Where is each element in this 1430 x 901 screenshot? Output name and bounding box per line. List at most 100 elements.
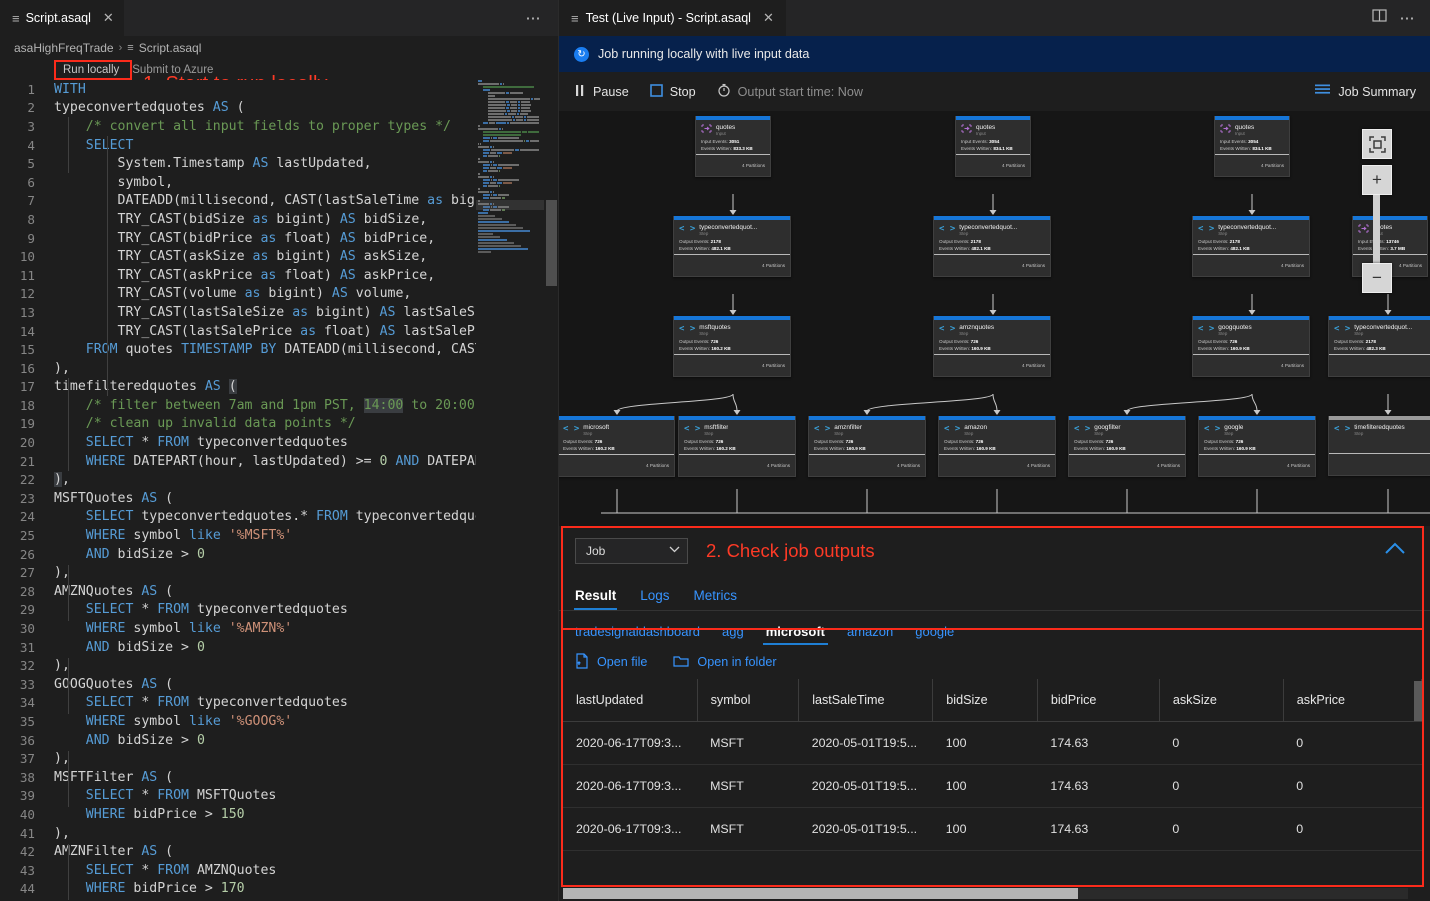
output-start-time-button[interactable]: Output start time: Now	[715, 80, 872, 103]
code-line[interactable]: 42AMZNFilter AS (	[0, 842, 558, 861]
code-line[interactable]: 26 AND bidSize > 0	[0, 545, 558, 564]
code-line[interactable]: 5 System.Timestamp AS lastUpdated,	[0, 154, 558, 173]
diagram-node[interactable]: < >typeconvertedquot...StepOutput Events…	[1328, 316, 1430, 377]
output-subtab-agg[interactable]: agg	[722, 624, 744, 645]
output-subtab-google[interactable]: google	[915, 624, 954, 645]
diagram-node[interactable]: quotesInputInput Events: 3054Events Writ…	[955, 116, 1031, 177]
diagram-node[interactable]: < >amznfilterStepOutput Events: 726Event…	[808, 416, 926, 477]
tab-test-live-input[interactable]: ≡ Test (Live Input) - Script.asaql ✕	[559, 0, 786, 36]
code-line[interactable]: 41),	[0, 824, 558, 843]
code-line[interactable]: 13 TRY_CAST(lastSaleSize as bigint) AS l…	[0, 303, 558, 322]
scrollbar-thumb[interactable]	[546, 200, 557, 286]
scrollbar-thumb[interactable]	[563, 888, 1078, 899]
code-editor-area[interactable]: 1WITH2typeconvertedquotes AS (3 /* conve…	[0, 80, 558, 901]
diagram-node[interactable]: < >msftfilterStepOutput Events: 726Event…	[678, 416, 796, 477]
minimap-viewport-slider[interactable]	[476, 200, 544, 210]
zoom-fit-button[interactable]	[1362, 129, 1392, 159]
code-line[interactable]: 12 TRY_CAST(volume as bigint) AS volume,	[0, 285, 558, 304]
close-icon[interactable]: ✕	[763, 10, 774, 26]
table-column-header[interactable]: lastSaleTime	[799, 679, 933, 722]
diagram-node[interactable]: < >timefilteredquotesStep4 Pa	[1328, 416, 1430, 476]
results-table-container[interactable]: lastUpdatedsymbollastSaleTimebidSizebidP…	[563, 679, 1422, 881]
code-line[interactable]: 32),	[0, 656, 558, 675]
table-column-header[interactable]: symbol	[697, 679, 799, 722]
scope-select[interactable]: Job	[575, 538, 688, 564]
table-row[interactable]: 2020-06-17T09:3...MSFT2020-05-01T19:5...…	[563, 765, 1422, 808]
code-line[interactable]: 18 /* filter between 7am and 1pm PST, 14…	[0, 396, 558, 415]
open-in-folder-button[interactable]: Open in folder	[673, 654, 776, 671]
output-subtab-tradesignaldashboard[interactable]: tradesignaldashboard	[575, 624, 700, 645]
code-line[interactable]: 22),	[0, 470, 558, 489]
diagram-node[interactable]: < >typeconvertedquot...StepOutput Events…	[673, 216, 791, 277]
stop-button[interactable]: Stop	[648, 81, 705, 103]
open-file-button[interactable]: Open file	[575, 653, 647, 672]
output-subtab-amazon[interactable]: amazon	[847, 624, 893, 645]
table-column-header[interactable]: askPrice	[1283, 679, 1421, 722]
code-line[interactable]: 16),	[0, 359, 558, 378]
code-line[interactable]: 36 AND bidSize > 0	[0, 731, 558, 750]
output-tab-logs[interactable]: Logs	[640, 588, 669, 610]
zoom-in-button[interactable]: +	[1362, 165, 1392, 195]
code-line[interactable]: 23MSFTQuotes AS (	[0, 489, 558, 508]
code-line[interactable]: 11 TRY_CAST(askPrice as float) AS askPri…	[0, 266, 558, 285]
diagram-node[interactable]: < >amznquotesStepOutput Events: 726Event…	[933, 316, 1051, 377]
code-line[interactable]: 31 AND bidSize > 0	[0, 638, 558, 657]
code-line[interactable]: 17timefilteredquotes AS (	[0, 378, 558, 397]
table-column-header[interactable]: askSize	[1159, 679, 1283, 722]
diagram-node[interactable]: < >googleStepOutput Events: 726Events Wr…	[1198, 416, 1316, 477]
diagram-node[interactable]: < >msftquotesStepOutput Events: 726Event…	[673, 316, 791, 377]
code-line[interactable]: 27),	[0, 563, 558, 582]
diagram-node[interactable]: < >googquotesStepOutput Events: 726Event…	[1192, 316, 1310, 377]
code-line[interactable]: 38MSFTFilter AS (	[0, 768, 558, 787]
code-line[interactable]: 37),	[0, 749, 558, 768]
code-line[interactable]: 28AMZNQuotes AS (	[0, 582, 558, 601]
output-tab-metrics[interactable]: Metrics	[694, 588, 738, 610]
diagram-node[interactable]: < >typeconvertedquot...StepOutput Events…	[1192, 216, 1310, 277]
code-line[interactable]: 3 /* convert all input fields to proper …	[0, 117, 558, 136]
code-line[interactable]: 10 TRY_CAST(askSize as bigint) AS askSiz…	[0, 247, 558, 266]
code-line[interactable]: 8 TRY_CAST(bidSize as bigint) AS bidSize…	[0, 210, 558, 229]
table-column-header[interactable]: lastUpdated	[563, 679, 697, 722]
code-line[interactable]: 29 SELECT * FROM typeconvertedquotes	[0, 601, 558, 620]
results-horizontal-scrollbar[interactable]	[563, 888, 1408, 899]
code-line[interactable]: 21 WHERE DATEPART(hour, lastUpdated) >= …	[0, 452, 558, 471]
diagram-node[interactable]: < >microsoftStepOutput Events: 726Events…	[559, 416, 675, 477]
code-line[interactable]: 20 SELECT * FROM typeconvertedquotes	[0, 433, 558, 452]
close-icon[interactable]: ✕	[103, 10, 114, 26]
run-locally-codelens[interactable]: Run locally	[58, 63, 124, 77]
job-diagram-canvas[interactable]: quotesInputInput Events: 3051Events Writ…	[559, 111, 1430, 546]
preview-more-actions-button[interactable]: ⋯	[1400, 9, 1417, 27]
breadcrumb-project[interactable]: asaHighFreqTrade	[14, 41, 114, 55]
table-column-header[interactable]: bidSize	[933, 679, 1038, 722]
code-line[interactable]: 34 SELECT * FROM typeconvertedquotes	[0, 694, 558, 713]
output-tab-result[interactable]: Result	[575, 588, 616, 610]
diagram-node[interactable]: quotesInputInput Events: 3051Events Writ…	[695, 116, 771, 177]
split-editor-icon[interactable]	[1372, 8, 1387, 28]
zoom-slider-track[interactable]	[1373, 195, 1380, 267]
code-line[interactable]: 40 WHERE bidPrice > 150	[0, 805, 558, 824]
zoom-out-button[interactable]: −	[1362, 263, 1392, 293]
collapse-panel-button[interactable]	[1384, 540, 1406, 560]
code-line[interactable]: 43 SELECT * FROM AMZNQuotes	[0, 861, 558, 880]
breadcrumb-file[interactable]: Script.asaql	[139, 41, 202, 55]
code-line[interactable]: 25 WHERE symbol like '%MSFT%'	[0, 526, 558, 545]
code-line[interactable]: 30 WHERE symbol like '%AMZN%'	[0, 619, 558, 638]
code-line[interactable]: 35 WHERE symbol like '%GOOG%'	[0, 712, 558, 731]
code-line[interactable]: 14 TRY_CAST(lastSalePrice as float) AS l…	[0, 322, 558, 341]
job-summary-button[interactable]: Job Summary	[1315, 84, 1416, 99]
code-line[interactable]: 1WITH	[0, 80, 558, 99]
editor-more-actions-button[interactable]: ⋯	[510, 0, 559, 36]
diagram-node[interactable]: quotesInputInput Events: 3054Events Writ…	[1214, 116, 1290, 177]
tab-script-asaql[interactable]: ≡ Script.asaql ✕	[0, 0, 125, 36]
code-line[interactable]: 24 SELECT typeconvertedquotes.* FROM typ…	[0, 508, 558, 527]
code-line[interactable]: 33GOOGQuotes AS (	[0, 675, 558, 694]
editor-vertical-scrollbar[interactable]	[544, 80, 558, 901]
code-line[interactable]: 19 /* clean up invalid data points */	[0, 415, 558, 434]
table-column-header[interactable]: bidPrice	[1037, 679, 1159, 722]
code-line[interactable]: 4 SELECT	[0, 136, 558, 155]
diagram-node[interactable]: < >amazonStepOutput Events: 726Events Wr…	[938, 416, 1056, 477]
code-line[interactable]: 39 SELECT * FROM MSFTQuotes	[0, 787, 558, 806]
output-subtab-microsoft[interactable]: microsoft	[766, 624, 825, 645]
table-row[interactable]: 2020-06-17T09:3...MSFT2020-05-01T19:5...…	[563, 722, 1422, 765]
code-line[interactable]: 9 TRY_CAST(bidPrice as float) AS bidPric…	[0, 229, 558, 248]
